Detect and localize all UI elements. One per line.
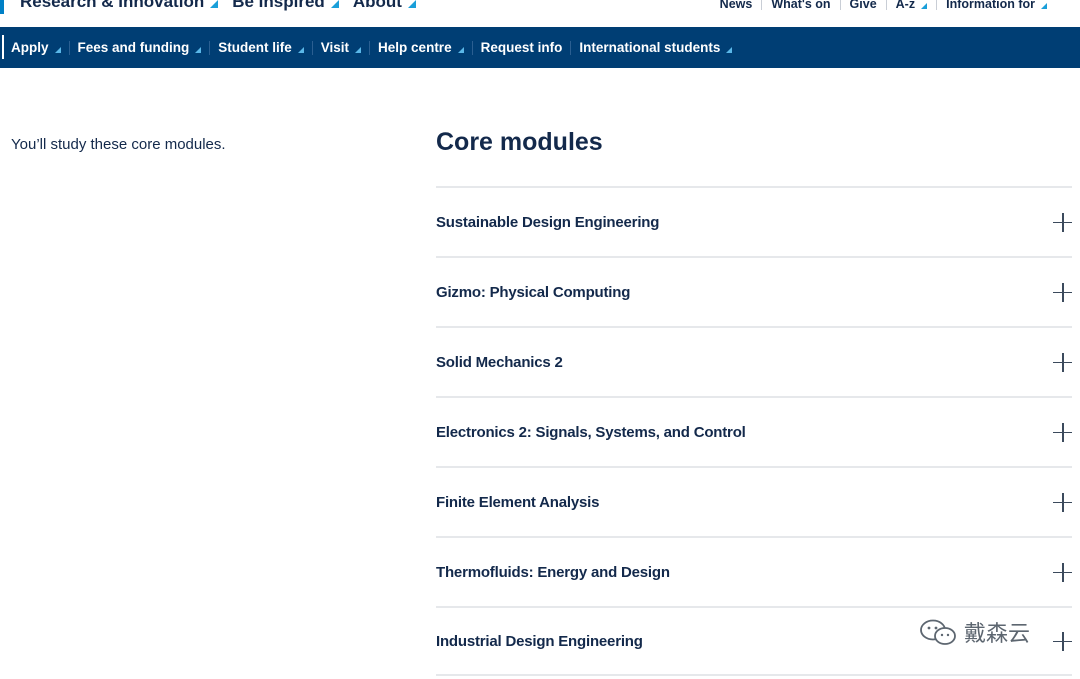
dropdown-triangle-icon <box>54 46 61 53</box>
plus-icon[interactable] <box>1053 631 1072 651</box>
primary-nav-label: Research & Innovation <box>20 0 205 11</box>
secondary-nav-international-students[interactable]: International students <box>571 27 740 68</box>
utility-nav-news[interactable]: News <box>711 0 762 11</box>
plus-icon[interactable] <box>1053 562 1072 582</box>
utility-nav-label: Give <box>849 0 877 11</box>
accordion-item-label: Finite Element Analysis <box>436 493 600 511</box>
secondary-nav-help-centre[interactable]: Help centre <box>370 27 472 68</box>
intro-text: You’ll study these core modules. <box>11 136 226 153</box>
secondary-nav-fees-and-funding[interactable]: Fees and funding <box>70 27 210 68</box>
secondary-nav-label: Apply <box>11 40 49 55</box>
utility-nav-information-for[interactable]: Information for <box>937 0 1056 11</box>
dropdown-triangle-icon <box>195 46 202 53</box>
secondary-nav-student-life[interactable]: Student life <box>210 27 312 68</box>
accordion-item-label: Solid Mechanics 2 <box>436 353 563 371</box>
dropdown-triangle-icon <box>355 46 362 53</box>
accordion-item-label: Sustainable Design Engineering <box>436 213 660 231</box>
accordion-item-gizmo-physical-computing[interactable]: Gizmo: Physical Computing <box>436 256 1072 326</box>
utility-nav: News What's on Give A-z Information for <box>711 0 1056 11</box>
accordion-item-label: Thermofluids: Energy and Design <box>436 563 670 581</box>
section-title: Core modules <box>436 128 603 156</box>
primary-nav-label: About <box>352 0 402 11</box>
top-header: Research & Innovation Be Inspired About … <box>0 0 1080 27</box>
utility-nav-label: What's on <box>771 0 831 11</box>
accordion-item-finite-element-analysis[interactable]: Finite Element Analysis <box>436 466 1072 536</box>
dropdown-triangle-icon <box>297 46 304 53</box>
dropdown-triangle-icon <box>457 46 464 53</box>
accordion-item-sustainable-design-engineering[interactable]: Sustainable Design Engineering <box>436 186 1072 256</box>
primary-nav: Research & Innovation Be Inspired About <box>20 0 430 12</box>
primary-nav-research-innovation[interactable]: Research & Innovation <box>20 0 219 12</box>
active-indicator <box>2 35 4 59</box>
utility-nav-label: News <box>719 0 753 11</box>
secondary-nav: Apply Fees and funding Student life Visi… <box>0 27 1080 68</box>
core-modules-accordion: Sustainable Design Engineering Gizmo: Ph… <box>436 186 1072 676</box>
utility-nav-give[interactable]: Give <box>841 0 886 11</box>
secondary-nav-label: Request info <box>480 40 563 55</box>
secondary-nav-label: Help centre <box>378 40 452 55</box>
dropdown-triangle-icon <box>330 0 339 8</box>
accordion-item-electronics-2[interactable]: Electronics 2: Signals, Systems, and Con… <box>436 396 1072 466</box>
chat-bubbles-icon <box>920 619 956 645</box>
utility-nav-label: A-z <box>895 0 916 11</box>
watermark-text: 戴森云 <box>964 622 1031 647</box>
utility-nav-a-z[interactable]: A-z <box>887 0 936 11</box>
accordion-item-label: Industrial Design Engineering <box>436 632 643 650</box>
primary-nav-be-inspired[interactable]: Be Inspired <box>232 0 339 12</box>
watermark: 戴森云 <box>918 616 1030 648</box>
accordion-item-label: Gizmo: Physical Computing <box>436 283 631 301</box>
primary-nav-label: Be Inspired <box>232 0 325 11</box>
secondary-nav-label: International students <box>579 40 721 55</box>
dropdown-triangle-icon <box>921 3 928 9</box>
dropdown-triangle-icon <box>726 46 733 53</box>
utility-nav-whats-on[interactable]: What's on <box>762 0 839 11</box>
plus-icon[interactable] <box>1053 212 1072 232</box>
plus-icon[interactable] <box>1053 492 1072 512</box>
secondary-nav-visit[interactable]: Visit <box>313 27 369 68</box>
secondary-nav-apply[interactable]: Apply <box>0 27 69 68</box>
accordion-item-solid-mechanics-2[interactable]: Solid Mechanics 2 <box>436 326 1072 396</box>
secondary-nav-label: Visit <box>320 40 350 55</box>
plus-icon[interactable] <box>1053 282 1072 302</box>
dropdown-triangle-icon <box>407 0 416 8</box>
secondary-nav-request-info[interactable]: Request info <box>473 27 571 68</box>
dropdown-triangle-icon <box>1041 3 1047 9</box>
secondary-nav-label: Fees and funding <box>77 40 190 55</box>
plus-icon[interactable] <box>1053 422 1072 442</box>
plus-icon[interactable] <box>1053 352 1072 372</box>
active-indicator <box>0 0 4 14</box>
utility-nav-label: Information for <box>946 0 1035 11</box>
accordion-item-label: Electronics 2: Signals, Systems, and Con… <box>436 423 746 441</box>
primary-nav-about[interactable]: About <box>353 0 416 12</box>
accordion-item-thermofluids[interactable]: Thermofluids: Energy and Design <box>436 536 1072 606</box>
dropdown-triangle-icon <box>210 0 219 8</box>
secondary-nav-label: Student life <box>218 40 292 55</box>
